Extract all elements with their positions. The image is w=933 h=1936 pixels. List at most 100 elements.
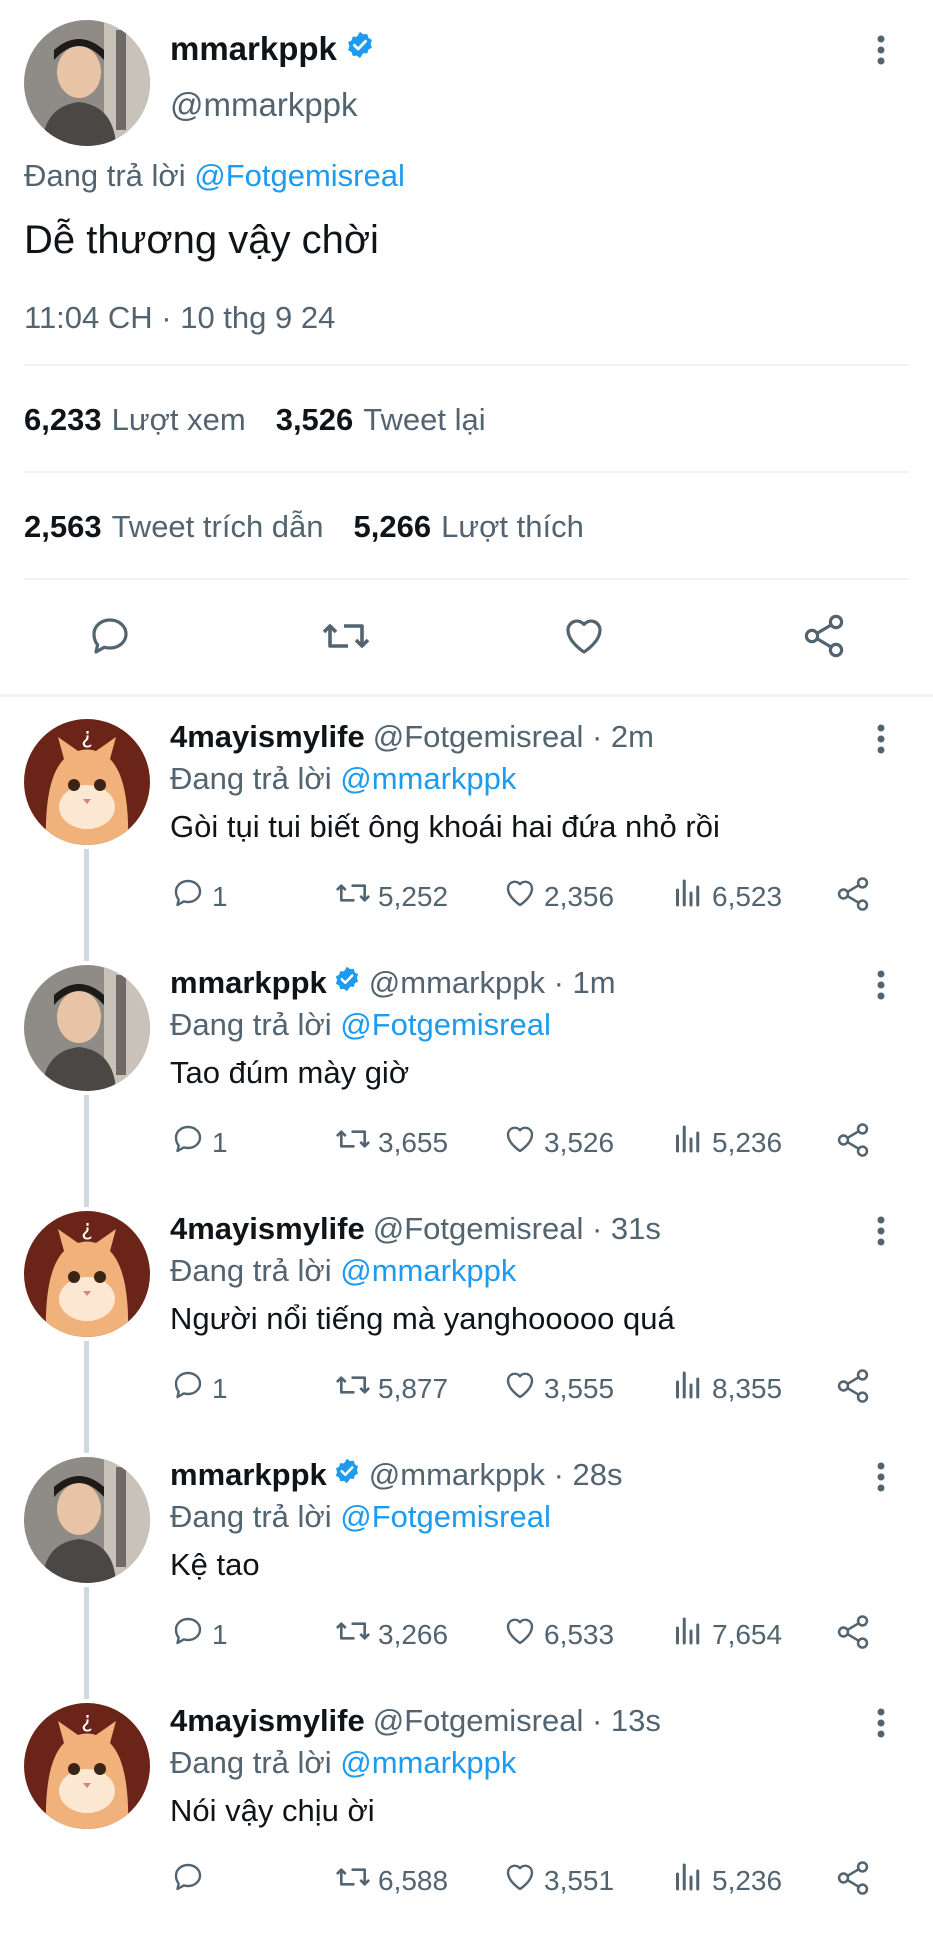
- views-button[interactable]: 7,654: [670, 1613, 782, 1656]
- reply-icon[interactable]: [84, 610, 136, 662]
- reply-action-bar: 1 5,252 2,356 6,523: [170, 875, 890, 919]
- reply-button[interactable]: 1: [170, 1367, 228, 1410]
- mention-link[interactable]: @mmarkppk: [340, 1253, 516, 1288]
- mention-link[interactable]: @mmarkppk: [340, 761, 516, 796]
- reply-header: 4mayismylife @Fotgemisreal · 31s: [170, 1211, 661, 1247]
- like-button[interactable]: 3,555: [502, 1367, 614, 1410]
- reply-handle-time[interactable]: @Fotgemisreal · 31s: [373, 1211, 661, 1247]
- more-icon[interactable]: [866, 719, 896, 759]
- reply-action-bar: 1 3,266 6,533 7,654: [170, 1613, 890, 1657]
- retweet-button[interactable]: 6,588: [334, 1859, 448, 1902]
- reply-tweet[interactable]: mmarkppk @mmarkppk · 1m Đang trả lời @Fo…: [0, 953, 933, 1207]
- reply-button[interactable]: 1: [170, 1613, 228, 1656]
- quotes-stat[interactable]: 2,563 Tweet trích dẫn: [24, 509, 324, 545]
- verified-icon: [345, 30, 375, 68]
- reply-button[interactable]: 1: [170, 875, 228, 918]
- avatar-4mayismylife[interactable]: ¿: [24, 1703, 150, 1829]
- reply-handle-time[interactable]: @Fotgemisreal · 13s: [373, 1703, 661, 1739]
- replying-to-line: Đang trả lời @Fotgemisreal: [24, 158, 405, 194]
- reply-tweet[interactable]: ¿ 4mayismylife @Fotgemisreal · 13s Đang …: [0, 1691, 933, 1936]
- avatar-mmarkppk[interactable]: [24, 1457, 150, 1583]
- views-button[interactable]: 5,236: [670, 1859, 782, 1902]
- reply-icon: [170, 875, 212, 918]
- display-name-text[interactable]: mmarkppk: [170, 30, 337, 68]
- share-icon[interactable]: [834, 1367, 878, 1405]
- retweet-button[interactable]: 5,877: [334, 1367, 448, 1410]
- quotes-count: 2,563: [24, 509, 102, 544]
- avatar-mmarkppk[interactable]: [24, 20, 150, 146]
- share-icon[interactable]: [834, 875, 878, 913]
- avatar-4mayismylife[interactable]: ¿: [24, 1211, 150, 1337]
- retweet-icon[interactable]: [320, 610, 372, 662]
- retweets-stat[interactable]: 3,526 Tweet lại: [276, 402, 486, 438]
- views-button[interactable]: 6,523: [670, 875, 782, 918]
- share-icon[interactable]: [834, 1859, 878, 1897]
- share-icon[interactable]: [834, 1613, 878, 1651]
- like-button[interactable]: 3,551: [502, 1859, 614, 1902]
- main-handle[interactable]: @mmarkppk: [170, 86, 358, 124]
- reply-handle-time[interactable]: @Fotgemisreal · 2m: [373, 719, 654, 755]
- reply-tweet[interactable]: ¿ 4mayismylife @Fotgemisreal · 2m Đang t…: [0, 707, 933, 961]
- like-count: 3,551: [544, 1864, 615, 1896]
- reply-header: 4mayismylife @Fotgemisreal · 2m: [170, 719, 654, 755]
- retweet-button[interactable]: 3,266: [334, 1613, 448, 1656]
- likes-stat[interactable]: 5,266 Lượt thích: [354, 509, 584, 545]
- views-icon: [670, 875, 712, 918]
- reply-action-bar: 6,588 3,551 5,236: [170, 1859, 890, 1903]
- more-icon[interactable]: [866, 1703, 896, 1743]
- retweet-button[interactable]: 5,252: [334, 875, 448, 918]
- avatar-4mayismylife[interactable]: ¿: [24, 719, 150, 845]
- like-count: 3,555: [544, 1372, 615, 1404]
- more-icon[interactable]: [866, 30, 896, 70]
- retweet-count: 6,588: [378, 1864, 449, 1896]
- reply-button[interactable]: 1: [170, 1121, 228, 1164]
- retweet-count: 5,877: [378, 1372, 449, 1404]
- replying-prefix: Đang trả lời: [170, 761, 341, 796]
- main-action-bar: [0, 600, 933, 670]
- main-display-name[interactable]: mmarkppk: [170, 30, 375, 68]
- mention-link[interactable]: @Fotgemisreal: [194, 158, 405, 193]
- more-icon[interactable]: [866, 1211, 896, 1251]
- heart-icon: [502, 1859, 544, 1902]
- views-button[interactable]: 8,355: [670, 1367, 782, 1410]
- likes-count: 5,266: [353, 509, 432, 544]
- views-button[interactable]: 5,236: [670, 1121, 782, 1164]
- reply-display-name[interactable]: 4mayismylife: [170, 1211, 365, 1247]
- reply-button[interactable]: [170, 1859, 212, 1902]
- reply-text: Kệ tao: [170, 1547, 260, 1582]
- avatar-mmarkppk[interactable]: [24, 965, 150, 1091]
- mention-link[interactable]: @Fotgemisreal: [340, 1499, 551, 1534]
- reply-handle-time[interactable]: @mmarkppk · 28s: [369, 1457, 623, 1493]
- heart-icon[interactable]: [558, 610, 610, 662]
- retweets-label: Tweet lại: [363, 402, 486, 437]
- replying-to-line: Đang trả lời @mmarkppk: [170, 761, 516, 797]
- retweet-button[interactable]: 3,655: [334, 1121, 448, 1164]
- reply-display-name[interactable]: mmarkppk: [170, 965, 327, 1001]
- reply-display-name[interactable]: mmarkppk: [170, 1457, 327, 1493]
- like-button[interactable]: 3,526: [502, 1121, 614, 1164]
- like-button[interactable]: 2,356: [502, 875, 614, 918]
- more-icon[interactable]: [866, 965, 896, 1005]
- views-stat[interactable]: 6,233 Lượt xem: [24, 402, 246, 438]
- reply-text: Tao đúm mày giờ: [170, 1055, 410, 1090]
- reply-handle-time[interactable]: @mmarkppk · 1m: [369, 965, 616, 1001]
- reply-header: mmarkppk @mmarkppk · 1m: [170, 965, 616, 1001]
- like-button[interactable]: 6,533: [502, 1613, 614, 1656]
- views-icon: [670, 1121, 712, 1164]
- tweet-thread-page: mmarkppk @mmarkppk Đang trả lời @Fotgemi…: [0, 0, 933, 1920]
- main-tweet-timestamp[interactable]: 11:04 CH · 10 thg 9 24: [24, 300, 335, 336]
- reply-display-name[interactable]: 4mayismylife: [170, 719, 365, 755]
- reply-tweet[interactable]: ¿ 4mayismylife @Fotgemisreal · 31s Đang …: [0, 1199, 933, 1453]
- share-icon[interactable]: [798, 610, 850, 662]
- verified-icon: [333, 965, 361, 1001]
- heart-icon: [502, 875, 544, 918]
- replying-prefix: Đang trả lời: [170, 1007, 341, 1042]
- reply-tweet[interactable]: mmarkppk @mmarkppk · 28s Đang trả lời @F…: [0, 1445, 933, 1699]
- views-count: 5,236: [712, 1864, 783, 1896]
- mention-link[interactable]: @mmarkppk: [340, 1745, 516, 1780]
- mention-link[interactable]: @Fotgemisreal: [340, 1007, 551, 1042]
- more-icon[interactable]: [866, 1457, 896, 1497]
- reply-display-name[interactable]: 4mayismylife: [170, 1703, 365, 1739]
- share-icon[interactable]: [834, 1121, 878, 1159]
- reply-icon: [170, 1859, 212, 1902]
